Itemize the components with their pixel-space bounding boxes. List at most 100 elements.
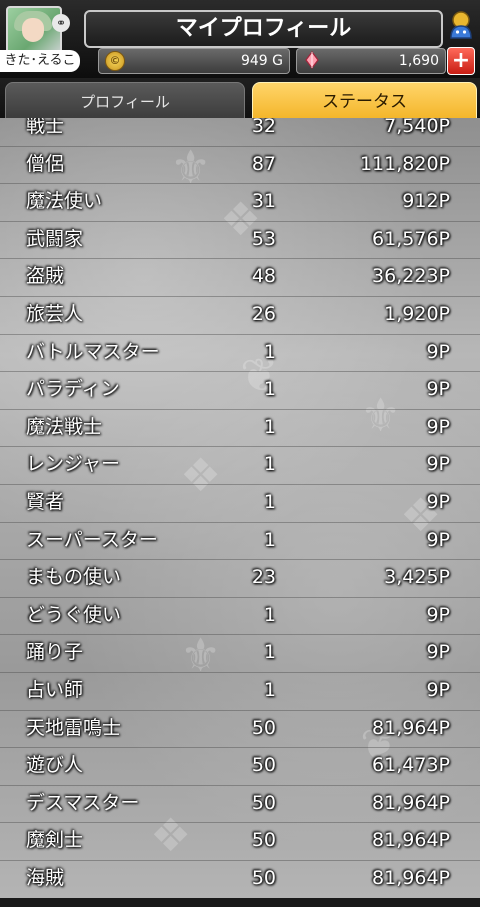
slime-crown-icon[interactable] — [447, 10, 475, 40]
job-level: 31 — [251, 190, 276, 213]
job-name: 海賊 — [26, 867, 65, 889]
job-name: スーパースター — [26, 528, 158, 551]
job-level: 32 — [251, 118, 276, 137]
job-points: 9P — [426, 378, 450, 401]
header: ⚭ きた･えるこ マイプロフィール © 949 G 1,690 + — [0, 0, 480, 78]
job-points: 81,964P — [372, 829, 450, 852]
job-level: 1 — [263, 528, 276, 551]
job-name: 魔法戦士 — [26, 415, 103, 438]
job-name: レンジャー — [26, 453, 121, 476]
job-name: 遊び人 — [26, 754, 84, 777]
job-points: 9P — [426, 641, 450, 664]
job-name: まもの使い — [26, 566, 122, 589]
tab-profile[interactable]: プロフィール — [5, 82, 245, 121]
gold-value: 949 G — [240, 53, 283, 69]
job-row: 魔剣士 50 81,964P — [0, 822, 480, 861]
job-level: 1 — [263, 378, 276, 401]
job-points: 9P — [426, 453, 450, 476]
job-row: パラディン 1 9P — [0, 371, 480, 410]
job-row: レンジャー 1 9P — [0, 446, 480, 485]
gold-bar: © 949 G — [98, 48, 290, 74]
job-row: 魔法戦士 1 9P — [0, 409, 480, 448]
avatar-face — [22, 18, 44, 42]
job-level: 1 — [263, 415, 276, 438]
job-points: 61,576P — [372, 227, 450, 250]
job-name: 戦士 — [26, 118, 65, 137]
job-level: 50 — [251, 867, 276, 889]
avatar[interactable] — [6, 6, 62, 54]
bottom-bar — [0, 898, 480, 907]
link-icon[interactable]: ⚭ — [52, 14, 70, 32]
job-row: 占い師 1 9P — [0, 672, 480, 711]
job-row: 戦士 32 7,540P — [0, 118, 480, 147]
tab-status[interactable]: ステータス — [252, 82, 477, 121]
job-row: まもの使い 23 3,425P — [0, 559, 480, 598]
job-level: 50 — [251, 754, 276, 777]
job-name: 踊り子 — [26, 641, 84, 664]
job-level: 50 — [251, 829, 276, 852]
job-name: 魔剣士 — [26, 829, 84, 852]
job-row: 武闘家 53 61,576P — [0, 221, 480, 260]
job-row: 盗賊 48 36,223P — [0, 258, 480, 297]
job-row: 踊り子 1 9P — [0, 634, 480, 673]
job-level: 1 — [263, 603, 276, 626]
job-row: 天地雷鳴士 50 81,964P — [0, 710, 480, 749]
job-name: 占い師 — [26, 679, 84, 701]
job-points: 36,223P — [372, 265, 450, 288]
tab-bar: プロフィール ステータス — [0, 78, 480, 121]
job-points: 9P — [426, 528, 450, 551]
job-level: 23 — [251, 566, 276, 589]
job-points: 9P — [426, 415, 450, 438]
job-points: 912P — [402, 190, 450, 213]
job-level: 50 — [251, 791, 276, 814]
job-level: 1 — [263, 641, 276, 664]
job-name: パラディン — [26, 378, 120, 401]
job-level: 87 — [251, 152, 276, 175]
job-points: 9P — [426, 679, 450, 701]
job-points: 61,473P — [372, 754, 450, 777]
job-points: 7,540P — [384, 118, 450, 137]
job-row: バトルマスター 1 9P — [0, 334, 480, 373]
job-row: どうぐ使い 1 9P — [0, 597, 480, 636]
gold-coin-icon: © — [105, 51, 125, 71]
job-points: 81,964P — [372, 867, 450, 889]
job-name: 盗賊 — [26, 265, 65, 288]
job-name: 魔法使い — [26, 190, 103, 213]
job-level: 53 — [251, 227, 276, 250]
job-name: 僧侶 — [26, 152, 65, 175]
job-points: 81,964P — [372, 791, 450, 814]
page-title: マイプロフィール — [84, 10, 443, 48]
gem-icon — [305, 51, 319, 69]
job-points: 9P — [426, 340, 450, 363]
job-points: 81,964P — [372, 716, 450, 739]
job-name: デスマスター — [26, 791, 140, 814]
job-level: 1 — [263, 679, 276, 701]
job-name: 武闘家 — [26, 227, 84, 250]
job-row: デスマスター 50 81,964P — [0, 785, 480, 824]
job-row: 旅芸人 26 1,920P — [0, 296, 480, 335]
job-points: 3,425P — [384, 566, 450, 589]
job-row: 遊び人 50 61,473P — [0, 747, 480, 786]
job-row: 海賊 50 81,964P — [0, 860, 480, 899]
job-level: 1 — [263, 491, 276, 513]
job-name: 天地雷鳴士 — [26, 716, 122, 739]
job-points: 9P — [426, 491, 450, 513]
job-name: 旅芸人 — [26, 303, 84, 325]
job-points: 9P — [426, 603, 450, 626]
job-points: 1,920P — [384, 303, 450, 325]
job-level: 48 — [251, 265, 276, 288]
job-name: 賢者 — [26, 491, 65, 513]
add-gems-button[interactable]: + — [447, 47, 475, 75]
job-row: 僧侶 87 111,820P — [0, 146, 480, 185]
gem-bar: 1,690 — [296, 48, 446, 74]
job-points: 111,820P — [359, 152, 450, 175]
job-name: どうぐ使い — [26, 603, 122, 626]
job-list[interactable]: ⚜ ❖ ⚜ ❖ ❦ ❖ ⚜ ❦ ❖ 戦士 32 7,540P 僧侶 87 111,820P… — [0, 118, 480, 907]
gem-value: 1,690 — [398, 53, 439, 69]
job-level: 26 — [251, 303, 276, 325]
job-level: 1 — [263, 340, 276, 363]
job-level: 1 — [263, 453, 276, 476]
job-row: 賢者 1 9P — [0, 484, 480, 523]
job-row: スーパースター 1 9P — [0, 522, 480, 561]
job-level: 50 — [251, 716, 276, 739]
